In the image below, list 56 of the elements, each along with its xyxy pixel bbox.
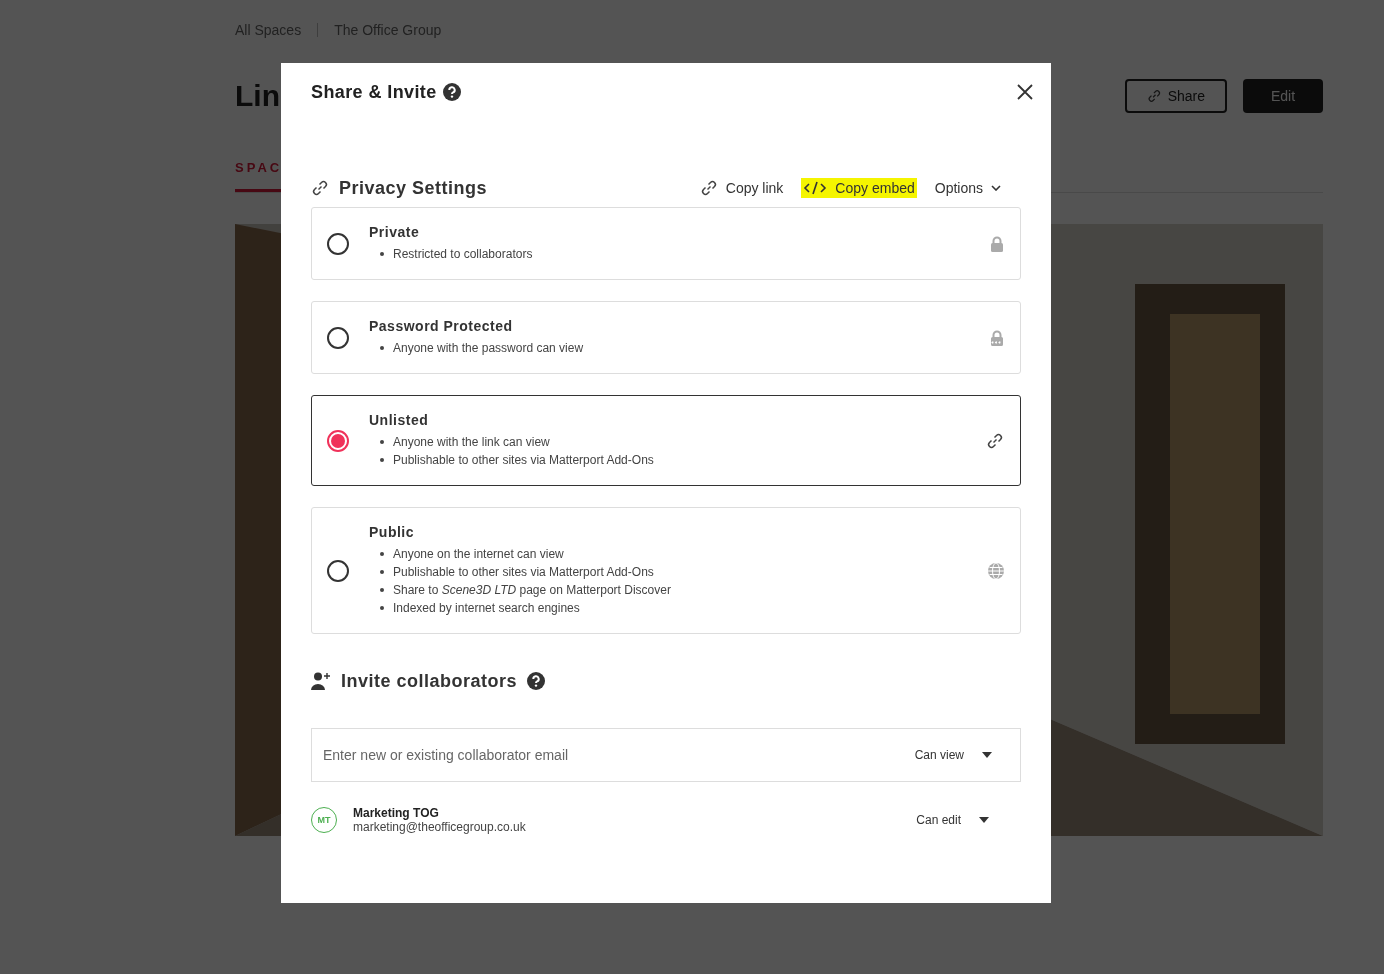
bullet-dot	[380, 440, 384, 444]
copy-embed-button[interactable]: Copy embed	[801, 178, 917, 198]
privacy-option[interactable]: Password Protected Anyone with the password can view	[311, 301, 1021, 374]
lock-icon	[990, 329, 1004, 346]
section-heading: Invite collaborators	[341, 670, 518, 692]
section-heading: Privacy Settings	[339, 177, 488, 199]
bullet-dot	[380, 570, 384, 574]
option-description: Restricted to collaborators	[393, 246, 533, 263]
radio-button[interactable]	[327, 429, 349, 452]
page-title: Lin	[235, 79, 280, 113]
collaborator-name: Marketing TOG	[353, 806, 440, 820]
option-title: Password Protected	[369, 318, 514, 334]
lock-icon	[990, 235, 1004, 252]
privacy-option[interactable]: Public Anyone on the internet can view Publishable to other sites via Matterport Add-Ons Share to Scene3D LTD page on Matterport Discover Indexed by internet search engines	[311, 507, 1021, 634]
close-button[interactable]	[1017, 84, 1033, 100]
option-description: Publishable to other sites via Matterport Add-Ons	[393, 564, 654, 581]
permission-dropdown[interactable]: Can edit	[916, 813, 989, 827]
privacy-option[interactable]: Unlisted Anyone with the link can view Publishable to other sites via Matterport Add-Ons	[311, 395, 1021, 486]
link-icon	[986, 431, 1004, 450]
help-icon[interactable]	[527, 672, 546, 690]
link-icon	[311, 179, 329, 197]
chevron-icon	[991, 185, 1001, 191]
option-description: Anyone on the internet can view	[393, 546, 564, 563]
bullet-dot	[380, 588, 384, 592]
close-icon	[1017, 84, 1033, 100]
bullet-dot	[380, 458, 384, 462]
option-title: Public	[369, 524, 415, 540]
link-icon	[699, 179, 718, 197]
link-icon	[1147, 87, 1162, 105]
caret-icon	[982, 752, 992, 758]
caret-icon	[979, 817, 989, 823]
option-title: Private	[369, 224, 421, 240]
bullet-dot	[380, 552, 384, 556]
option-description: Share to Scene3D LTD page on Matterport Discover	[393, 582, 671, 599]
add-user-icon	[311, 672, 331, 690]
option-description: Publishable to other sites via Matterport Add-Ons	[393, 452, 654, 469]
bullet-dot	[380, 606, 384, 610]
option-title: Unlisted	[369, 412, 430, 428]
option-description: Anyone with the link can view	[393, 434, 550, 451]
dialog-title: Share & Invite	[311, 81, 437, 103]
option-description: Anyone with the password can view	[393, 340, 584, 357]
copy-link-button[interactable]: Copy link	[697, 177, 786, 199]
code-icon	[803, 181, 828, 195]
privacy-option[interactable]: Private Restricted to collaborators	[311, 207, 1021, 280]
help-icon[interactable]	[442, 83, 461, 101]
option-description: Indexed by internet search engines	[393, 600, 580, 617]
bullet-dot	[380, 252, 384, 256]
collaborator-email: marketing@theofficegroup.co.uk	[353, 820, 527, 834]
bullet-dot	[380, 346, 384, 350]
radio-button[interactable]	[327, 326, 349, 349]
radio-button[interactable]	[327, 232, 349, 255]
radio-button[interactable]	[327, 559, 349, 582]
permission-dropdown[interactable]: Can view	[914, 748, 992, 762]
email-field[interactable]: Enter new or existing collaborator email Can view	[311, 728, 1021, 782]
options-dropdown[interactable]: Options	[932, 178, 1003, 198]
globe-icon	[988, 562, 1004, 579]
